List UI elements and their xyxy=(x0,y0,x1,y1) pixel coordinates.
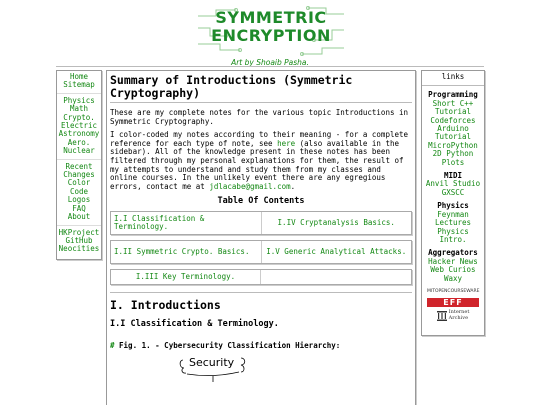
toc-link-classification[interactable]: I.I Classification & Terminology. xyxy=(111,212,261,234)
section-heading: I. Introductions xyxy=(110,298,221,313)
nav-link-neocities[interactable]: Neocities xyxy=(57,244,101,253)
toc-row: I.I Classification & Terminology. I.IV C… xyxy=(110,211,412,236)
nav-group-site: Recent Changes Color Code Logos FAQ Abou… xyxy=(57,162,101,226)
figure-caption: # Fig. 1. - Cybersecurity Classification… xyxy=(110,341,412,350)
intro-paragraph: These are my complete notes for the vari… xyxy=(110,108,409,126)
page-title: Summary of Introductions (Symmetric Cryp… xyxy=(110,74,412,103)
links-section-programming: Programming Short C++ Tutorial Codeforce… xyxy=(422,90,484,167)
link-intro[interactable]: Intro. xyxy=(422,235,484,244)
link-gxscc[interactable]: GXSCC xyxy=(422,188,484,197)
mit-ocw-badge[interactable]: MITOPENCOURSEWARE xyxy=(427,288,479,295)
nav-group-subjects: Physics Math Crypto. Electric Astronomy … xyxy=(57,96,101,160)
toc-link-cryptanalysis[interactable]: I.IV Cryptanalysis Basics. xyxy=(260,212,412,235)
nav-link-sitemap[interactable]: Sitemap xyxy=(57,80,101,89)
toc-link-key-terminology[interactable]: I.III Key Terminology. xyxy=(111,270,261,285)
figure-hierarchy-image: Security xyxy=(175,352,255,383)
nav-group-external: HKProject GitHub Neocities xyxy=(57,228,101,257)
toc-row: I.II Symmetric Crypto. Basics. I.V Gener… xyxy=(110,240,412,265)
left-sidebar: Home Sitemap Physics Math Crypto. Electr… xyxy=(56,70,102,260)
header-divider xyxy=(56,66,484,67)
banner-title-line1: SYMMETRIC xyxy=(215,8,327,27)
link-waxy[interactable]: Waxy xyxy=(422,274,484,283)
right-sidebar: links Programming Short C++ Tutorial Cod… xyxy=(421,70,485,336)
toc-row: I.III Key Terminology. xyxy=(110,269,412,286)
figure-security-label: Security xyxy=(189,356,235,370)
main-content: Summary of Introductions (Symmetric Cryp… xyxy=(106,70,416,405)
links-section-midi: MIDI Anvil Studio GXSCC xyxy=(422,171,484,197)
banner-title-line2: ENCRYPTION xyxy=(211,26,331,45)
banner-title: SYMMETRIC ENCRYPTION xyxy=(196,9,346,45)
anchor-hash-link[interactable]: # xyxy=(110,341,115,350)
nav-group-main: Home Sitemap xyxy=(57,72,101,94)
toc-heading: Table Of Contents xyxy=(217,196,305,207)
figure-caption-text: Fig. 1. - Cybersecurity Classification H… xyxy=(119,341,341,351)
color-note-paragraph: I color-coded my notes according to thei… xyxy=(110,130,412,191)
links-section-physics: Physics Feynman Lectures Physics Intro. xyxy=(422,201,484,244)
section-divider xyxy=(110,292,412,294)
internet-archive-badge[interactable]: Internet Archive xyxy=(427,310,479,322)
toc-link-symmetric-basics[interactable]: I.II Symmetric Crypto. Basics. xyxy=(111,241,261,263)
eff-badge[interactable]: EFF xyxy=(427,297,479,307)
internet-archive-label: Internet Archive xyxy=(449,310,470,321)
link-plots[interactable]: Plots xyxy=(422,158,484,167)
links-heading: links xyxy=(422,72,484,87)
toc-link-generic-attacks[interactable]: I.V Generic Analytical Attacks. xyxy=(260,241,412,264)
nav-link-about[interactable]: About xyxy=(57,212,101,221)
site-banner[interactable]: SYMMETRIC ENCRYPTION xyxy=(196,6,346,56)
nav-link-nuclear[interactable]: Nuclear xyxy=(57,146,101,155)
subsection-heading: I.I Classification & Terminology. xyxy=(110,319,279,330)
archive-building-icon xyxy=(436,311,447,322)
color-note-end: . xyxy=(290,181,296,191)
links-section-aggregators: Aggregators Hacker News Web Curios Waxy xyxy=(422,248,484,283)
email-link[interactable]: jdlacabe@gmail.com xyxy=(209,182,290,191)
ia-label-line2: Archive xyxy=(448,314,469,321)
